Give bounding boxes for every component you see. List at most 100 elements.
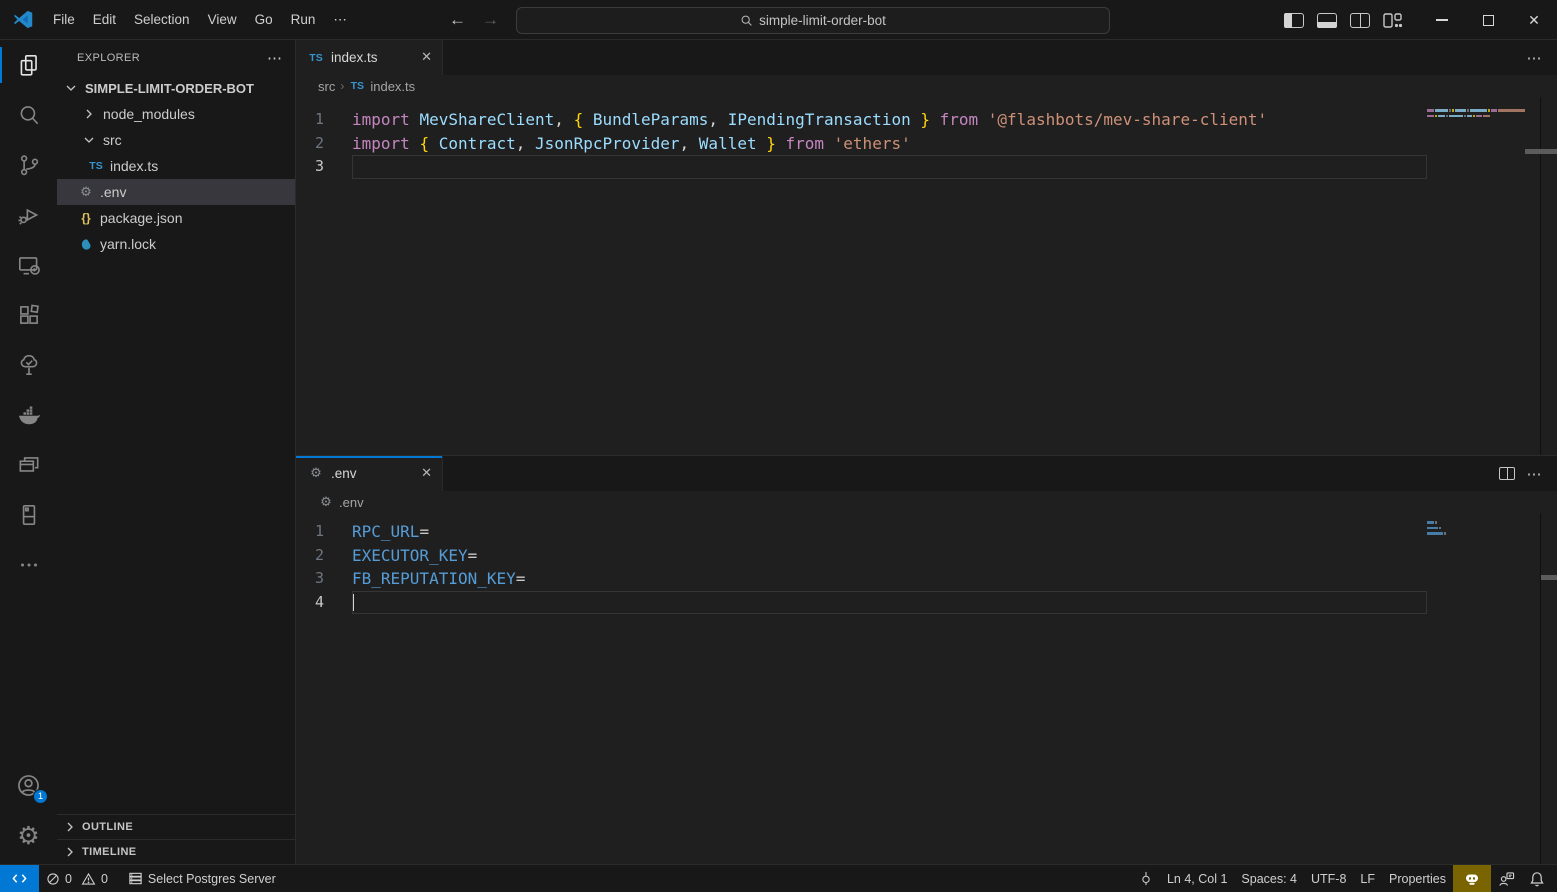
file-label: package.json	[100, 210, 183, 226]
menu-view[interactable]: View	[199, 7, 246, 32]
tab-index-ts[interactable]: TS index.ts ✕	[296, 40, 443, 75]
activity-database[interactable]	[0, 490, 57, 540]
maximize-button[interactable]	[1465, 0, 1511, 40]
ports-icon	[1139, 870, 1153, 887]
tree-root-folder[interactable]: SIMPLE-LIMIT-ORDER-BOT	[57, 75, 295, 101]
warning-icon	[81, 872, 96, 886]
tree-item-index-ts[interactable]: TSindex.ts	[57, 153, 295, 179]
copilot-status[interactable]	[1453, 865, 1491, 892]
menu-run[interactable]: Run	[282, 7, 325, 32]
problems-indicator[interactable]: 0 0	[39, 865, 115, 892]
nav-forward-button[interactable]: →	[482, 10, 499, 30]
menu-go[interactable]: Go	[246, 7, 282, 32]
split-editor-icon[interactable]	[1499, 467, 1515, 480]
chevron-right-icon	[62, 819, 78, 835]
toggle-panel-right-icon[interactable]	[1350, 13, 1370, 28]
ports-status[interactable]	[1132, 865, 1160, 892]
code-editor-index-ts[interactable]: 1import MevShareClient, { BundleParams, …	[296, 97, 1557, 455]
file-label: src	[103, 132, 122, 148]
database-icon	[16, 502, 42, 528]
tab-close-icon[interactable]: ✕	[421, 50, 432, 65]
breadcrumb-item[interactable]: src	[318, 79, 335, 94]
command-center[interactable]: simple-limit-order-bot	[516, 7, 1110, 34]
line-number: 3	[296, 567, 352, 591]
line-content: EXECUTOR_KEY=	[352, 544, 1427, 568]
timeline-section[interactable]: TIMELINE	[57, 839, 295, 864]
tab-label: .env	[331, 466, 357, 481]
activity-more-views[interactable]	[0, 540, 57, 590]
menu-selection[interactable]: Selection	[125, 7, 199, 32]
code-line[interactable]: 2EXECUTOR_KEY=	[296, 544, 1557, 568]
tree-item-src[interactable]: src	[57, 127, 295, 153]
more-views-icon	[16, 552, 42, 578]
file-tree: node_modulessrc TSindex.ts⚙.env{}package.…	[57, 101, 295, 257]
timeline-label: TIMELINE	[82, 846, 137, 858]
remote-icon	[12, 871, 27, 886]
tree-item-yarn-lock[interactable]: yarn.lock	[57, 231, 295, 257]
close-button[interactable]: ✕	[1511, 0, 1557, 40]
line-number: 1	[296, 520, 352, 544]
text-cursor	[352, 594, 354, 611]
minimize-button[interactable]	[1419, 0, 1465, 40]
vscode-logo-icon	[13, 9, 34, 30]
activity-extensions[interactable]	[0, 290, 57, 340]
line-content	[352, 591, 1427, 615]
line-content: RPC_URL=	[352, 520, 1427, 544]
tree-item-node-modules[interactable]: node_modules	[57, 101, 295, 127]
search-icon	[740, 14, 753, 27]
toggle-panel-left-icon[interactable]	[1284, 13, 1304, 28]
postgres-server-status[interactable]: Select Postgres Server	[121, 865, 283, 892]
sidebar-more-actions[interactable]: ⋯	[267, 49, 283, 67]
code-line[interactable]: 3	[296, 155, 1557, 179]
toggle-panel-bottom-icon[interactable]	[1317, 13, 1337, 28]
activity-source-control[interactable]	[0, 140, 57, 190]
activity-explorer[interactable]	[0, 40, 57, 90]
breadcrumb-item[interactable]: .env	[339, 495, 364, 510]
encoding[interactable]: UTF-8	[1304, 865, 1353, 892]
overview-ruler	[1540, 513, 1541, 864]
activity-search[interactable]	[0, 90, 57, 140]
remote-explorer-icon	[16, 252, 42, 278]
nav-back-button[interactable]: ←	[449, 10, 466, 30]
customize-layout-icon[interactable]	[1383, 13, 1403, 28]
activity-run-debug[interactable]	[0, 190, 57, 240]
editor-actions-more-icon[interactable]: ⋯	[1527, 49, 1544, 67]
code-line[interactable]: 3FB_REPUTATION_KEY=	[296, 567, 1557, 591]
menu-edit[interactable]: Edit	[84, 7, 125, 32]
activity-remote-explorer[interactable]	[0, 240, 57, 290]
activity-docker[interactable]	[0, 390, 57, 440]
chevron-down-icon	[81, 132, 97, 148]
code-line[interactable]: 1RPC_URL=	[296, 520, 1557, 544]
activity-tree-check[interactable]	[0, 340, 57, 390]
activity-settings[interactable]: ⚙	[0, 810, 57, 860]
status-bar: 0 0 Select Postgres Server Ln 4, Col 1 S…	[0, 864, 1557, 892]
extensions-icon	[16, 302, 42, 328]
editor-actions-more-icon[interactable]: ⋯	[1527, 465, 1544, 483]
outline-section[interactable]: OUTLINE	[57, 814, 295, 839]
code-line[interactable]: 4	[296, 591, 1557, 615]
menu-file[interactable]: File	[44, 7, 84, 32]
activity-account[interactable]: 1	[0, 760, 57, 810]
line-number: 2	[296, 544, 352, 568]
indentation[interactable]: Spaces: 4	[1234, 865, 1304, 892]
eol-sequence[interactable]: LF	[1353, 865, 1382, 892]
typescript-icon: TS	[308, 52, 324, 64]
remote-indicator[interactable]	[0, 865, 39, 892]
language-mode[interactable]: Properties	[1382, 865, 1453, 892]
tab-env[interactable]: ⚙ .env ✕	[296, 456, 443, 491]
menu-bar: FileEditSelectionViewGoRun⋯	[44, 7, 356, 33]
minimap[interactable]	[1427, 109, 1533, 123]
minimap[interactable]	[1427, 521, 1533, 540]
cursor-position[interactable]: Ln 4, Col 1	[1160, 865, 1234, 892]
notifications-status[interactable]	[1522, 865, 1557, 892]
code-line[interactable]: 1import MevShareClient, { BundleParams, …	[296, 108, 1557, 132]
tab-close-icon[interactable]: ✕	[421, 466, 432, 481]
tree-item-package-json[interactable]: {}package.json	[57, 205, 295, 231]
code-line[interactable]: 2import { Contract, JsonRpcProvider, Wal…	[296, 132, 1557, 156]
breadcrumb-item[interactable]: index.ts	[370, 79, 415, 94]
menu-overflow[interactable]: ⋯	[324, 7, 356, 33]
activity-windows-stack[interactable]	[0, 440, 57, 490]
code-editor-env[interactable]: 1RPC_URL=2EXECUTOR_KEY=3FB_REPUTATION_KE…	[296, 513, 1557, 864]
tree-item--env[interactable]: ⚙.env	[57, 179, 295, 205]
feedback-status[interactable]	[1491, 865, 1522, 892]
